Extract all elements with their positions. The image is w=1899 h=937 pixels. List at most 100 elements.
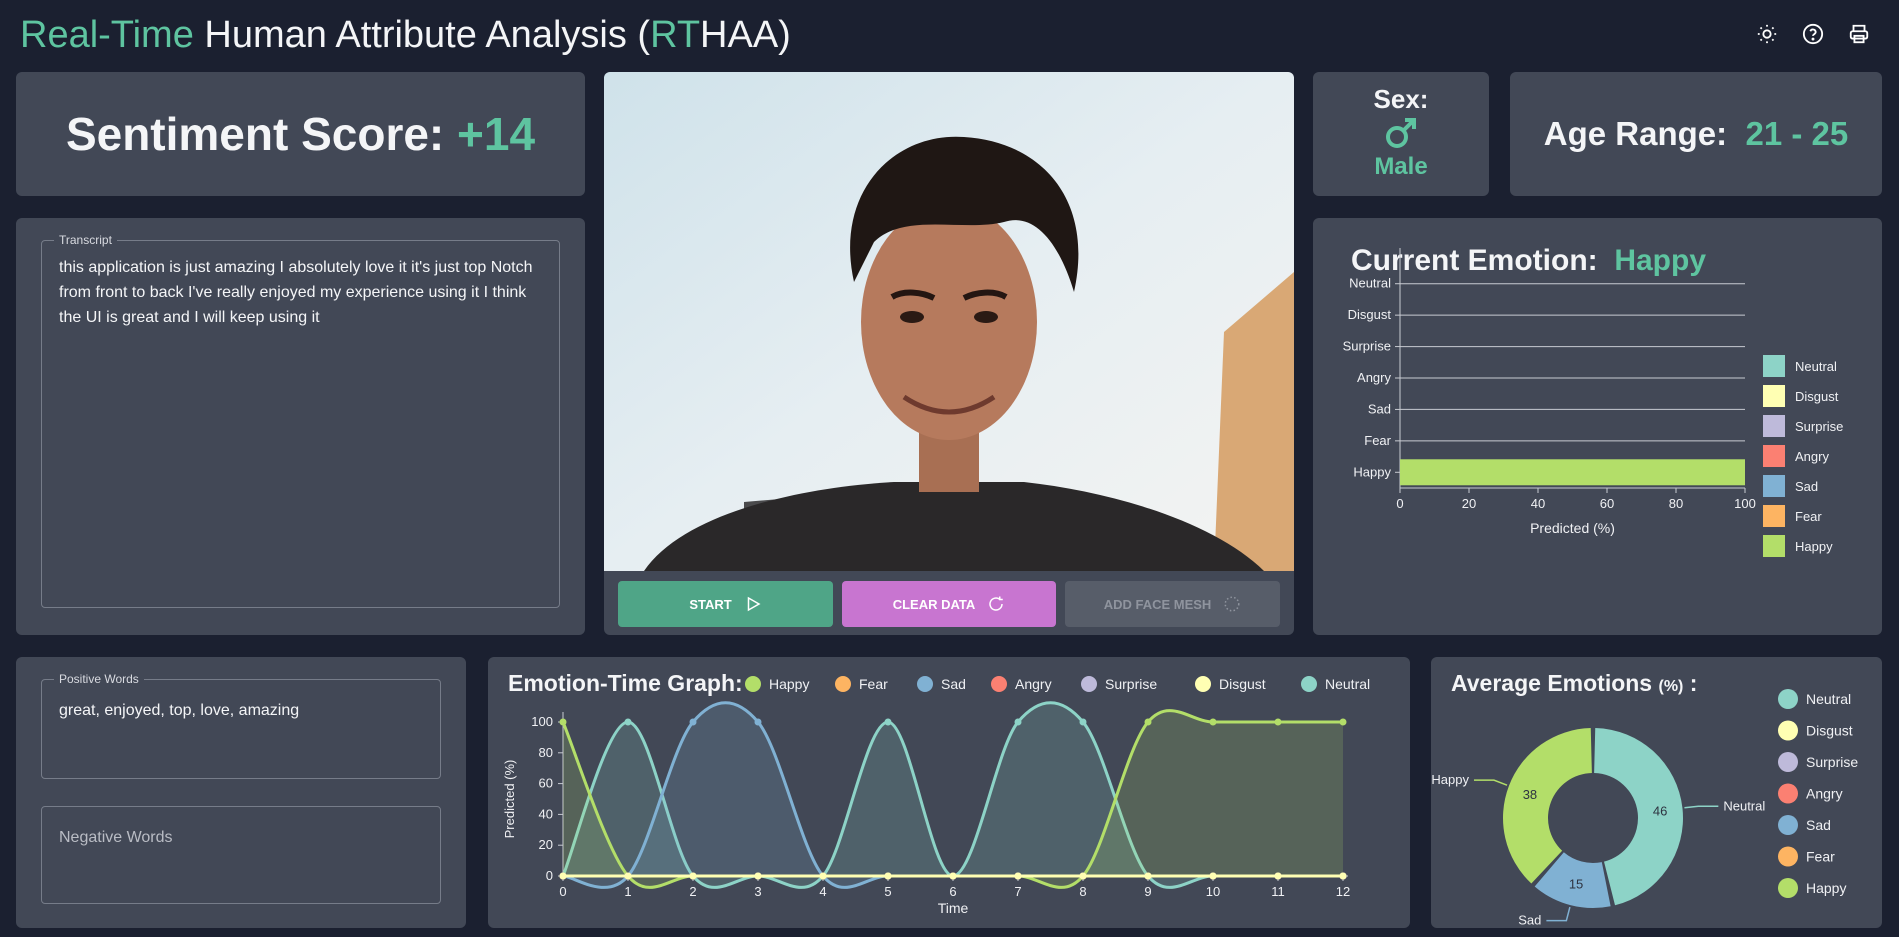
sentiment-score-panel: Sentiment Score: +14	[16, 72, 585, 196]
sex-value: Male	[1374, 153, 1428, 180]
donut-legend-label-sad: Sad	[1806, 817, 1831, 833]
line-y-tick-label-80: 80	[539, 745, 553, 760]
bar-legend-swatch-surprise	[1763, 415, 1785, 437]
line-x-tick-label-10: 10	[1206, 884, 1220, 899]
line-point-neutral-5	[884, 718, 892, 726]
line-legend-label-disgust: Disgust	[1219, 676, 1266, 692]
line-point-disgust-0	[559, 872, 567, 880]
donut-legend-label-happy: Happy	[1806, 880, 1846, 896]
donut-value-label-happy: 38	[1523, 787, 1537, 802]
donut-legend-label-surprise: Surprise	[1806, 754, 1858, 770]
line-point-sad-3	[754, 718, 762, 726]
negative-words-box[interactable]: Negative Words	[41, 806, 441, 904]
add-face-mesh-button[interactable]: ADD FACE MESH	[1065, 581, 1280, 627]
line-x-tick-label-1: 1	[624, 884, 631, 899]
bar-category-label-neutral: Neutral	[1349, 276, 1391, 291]
bar-x-tick-label-40: 40	[1531, 496, 1545, 511]
line-legend-marker-disgust	[1195, 676, 1211, 692]
line-x-tick-label-12: 12	[1336, 884, 1350, 899]
age-range-value: 21 - 25	[1745, 115, 1849, 152]
donut-category-label-sad: Sad	[1518, 913, 1541, 928]
line-point-disgust-10	[1209, 872, 1217, 880]
positive-words-box: Positive Words great, enjoyed, top, love…	[41, 672, 441, 779]
bar-legend-label-neutral: Neutral	[1795, 359, 1837, 374]
donut-legend-marker-angry	[1778, 783, 1798, 804]
printer-icon[interactable]	[1847, 22, 1871, 46]
line-y-tick-label-0: 0	[546, 868, 553, 883]
line-legend-marker-surprise	[1081, 676, 1097, 692]
bar-legend-swatch-neutral	[1763, 355, 1785, 377]
line-legend-marker-sad	[917, 676, 933, 692]
transcript-text: this application is just amazing I absol…	[59, 259, 533, 326]
bar-legend-swatch-disgust	[1763, 385, 1785, 407]
face-mesh-icon	[1224, 596, 1240, 612]
line-point-disgust-7	[1014, 872, 1022, 880]
line-y-tick-label-20: 20	[539, 837, 553, 852]
add-face-mesh-button-label: ADD FACE MESH	[1103, 596, 1212, 612]
bar-happy	[1400, 459, 1745, 486]
line-x-tick-label-7: 7	[1014, 884, 1021, 899]
donut-value-label-neutral: 46	[1653, 804, 1667, 819]
emotion-time-panel: Emotion-Time Graph: Happy Fear Sad Angry Sur…	[488, 657, 1410, 928]
line-point-neutral-8	[1079, 718, 1087, 726]
donut-slice-neutral	[1594, 728, 1683, 906]
bar-legend-label-fear: Fear	[1795, 509, 1822, 524]
webcam-video	[604, 72, 1294, 571]
refresh-icon	[989, 596, 1004, 611]
app-title-abbrev-accent: RT	[650, 14, 701, 56]
line-legend-label-sad: Sad	[941, 676, 966, 692]
bar-category-label-surprise: Surprise	[1343, 339, 1391, 354]
donut-leader-line-sad	[1546, 906, 1571, 922]
donut-value-label-sad: 15	[1569, 876, 1583, 891]
donut-slice-happy	[1503, 728, 1592, 884]
bar-legend-label-happy: Happy	[1795, 539, 1833, 554]
line-legend-label-angry: Angry	[1015, 676, 1052, 692]
help-circle-icon[interactable]	[1801, 22, 1825, 46]
line-point-disgust-9	[1144, 872, 1152, 880]
bar-legend-swatch-fear	[1763, 505, 1785, 527]
line-point-disgust-3	[754, 872, 762, 880]
start-button[interactable]: START	[618, 581, 833, 627]
line-point-disgust-2	[689, 872, 697, 880]
transcript-box: Transcript this application is just amaz…	[41, 233, 560, 608]
line-x-tick-label-0: 0	[559, 884, 566, 899]
app-title-abbrev: HAA)	[700, 14, 791, 56]
donut-legend-marker-disgust	[1778, 720, 1798, 741]
donut-legend-label-fear: Fear	[1806, 849, 1835, 865]
bar-category-label-disgust: Disgust	[1348, 307, 1392, 322]
bar-legend-label-sad: Sad	[1795, 479, 1818, 494]
line-legend-marker-angry	[991, 676, 1007, 692]
line-x-tick-label-3: 3	[754, 884, 761, 899]
line-point-happy-12	[1339, 718, 1347, 726]
positive-words-label: Positive Words	[59, 672, 139, 686]
bar-legend-label-surprise: Surprise	[1795, 419, 1843, 434]
line-legend-label-neutral: Neutral	[1325, 676, 1370, 692]
sentiment-score-label: Sentiment Score:	[65, 108, 445, 160]
negative-words-placeholder: Negative Words	[59, 829, 173, 846]
line-point-disgust-6	[949, 872, 957, 880]
clear-data-button[interactable]: CLEAR DATA	[842, 581, 1056, 627]
donut-legend-marker-sad	[1778, 815, 1798, 835]
donut-legend-label-angry: Angry	[1806, 786, 1843, 802]
bar-x-axis-title: Predicted (%)	[1530, 520, 1615, 536]
average-emotions-donut-chart: 46 Neutral 15 Sad 38 Happy Neutral Disgust Surpr…	[1431, 689, 1858, 928]
app-title-accent: Real-Time	[20, 14, 194, 56]
line-x-axis-title: Time	[938, 900, 969, 916]
average-emotions-panel: Average Emotions (%) : 46 Neutral 15 Sad 38 H…	[1431, 657, 1882, 928]
line-legend-label-surprise: Surprise	[1105, 676, 1157, 692]
donut-category-label-neutral: Neutral	[1723, 798, 1765, 813]
bar-x-tick-label-100: 100	[1734, 496, 1756, 511]
line-point-happy-9	[1144, 718, 1152, 726]
line-point-disgust-8	[1079, 872, 1087, 880]
words-panel: Positive Words great, enjoyed, top, love…	[16, 657, 466, 928]
donut-legend-marker-happy	[1778, 878, 1798, 898]
sun-icon[interactable]	[1755, 22, 1779, 46]
donut-leader-line-neutral	[1684, 805, 1719, 809]
donut-legend-marker-neutral	[1778, 689, 1798, 709]
line-legend-marker-happy	[745, 676, 761, 692]
bar-x-tick-label-60: 60	[1600, 496, 1614, 511]
line-legend-label-fear: Fear	[859, 676, 888, 692]
sex-panel: Sex: Male	[1313, 72, 1489, 196]
male-symbol-icon	[1313, 115, 1489, 151]
bar-category-label-sad: Sad	[1368, 401, 1391, 416]
